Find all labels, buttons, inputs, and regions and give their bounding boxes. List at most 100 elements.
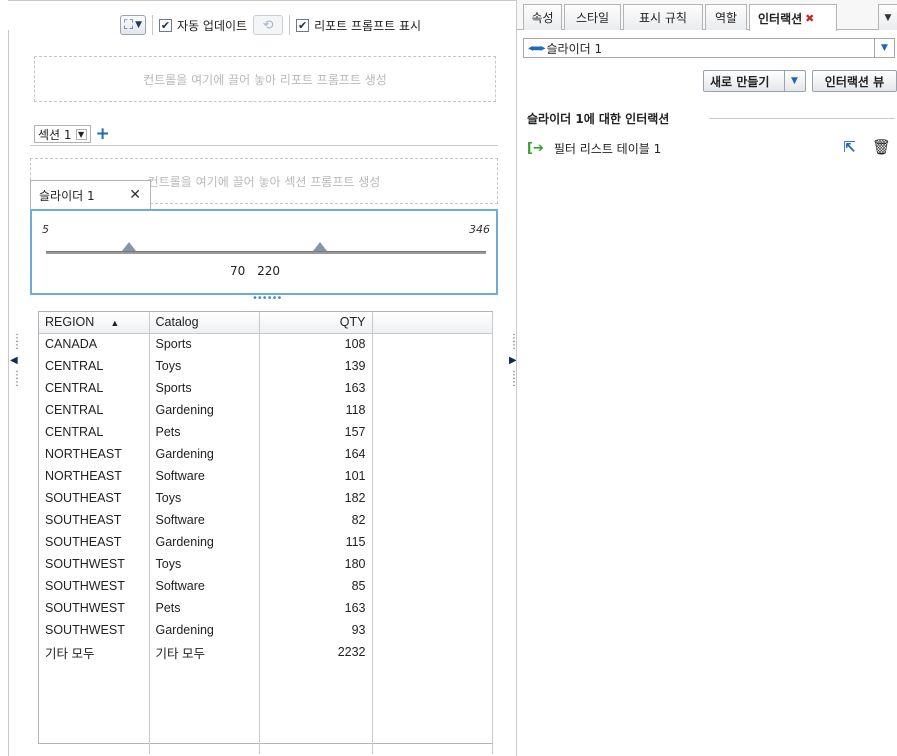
table-cell-catalog: Software <box>149 575 260 597</box>
table-cell-region: SOUTHWEST <box>39 553 150 575</box>
properties-panel: 속성 스타일 표시 규칙 역할 인터랙션 ✖ ▼ ◂▬▸ 슬라이더 1 ▼ 새로… <box>517 0 897 756</box>
tab-roles[interactable]: 역할 <box>705 4 747 30</box>
chevron-down-icon[interactable]: ▼ <box>784 71 804 91</box>
toolbar-separator <box>289 15 291 35</box>
column-header-catalog[interactable]: Catalog <box>149 312 260 334</box>
trash-icon[interactable]: 🗑 <box>872 138 891 156</box>
collapse-left-handle[interactable]: ⋮ ⋮ ◀ ⋮ ⋮ <box>10 334 22 388</box>
table-row[interactable]: CENTRAL Gardening 118 <box>39 399 493 421</box>
divider <box>709 118 895 119</box>
column-header-empty <box>372 312 493 334</box>
column-header-qty[interactable]: QTY <box>259 312 373 334</box>
slider-low-thumb[interactable] <box>122 242 136 251</box>
table-row[interactable]: NORTHEAST Software 101 <box>39 465 493 487</box>
table-row[interactable]: CENTRAL Sports 163 <box>39 377 493 399</box>
section-selector[interactable]: 섹션 1 ▼ <box>34 125 91 143</box>
divider <box>8 30 9 756</box>
table-cell-region: SOUTHWEST <box>39 619 150 641</box>
interaction-item[interactable]: [➔ 필터 리스트 테이블 1 ⇱ 🗑 <box>527 138 891 158</box>
table-cell-empty <box>372 355 493 377</box>
auto-update-checkbox[interactable]: ✔ <box>159 18 173 32</box>
table-cell-region: CANADA <box>39 333 150 355</box>
table-cell-empty <box>372 575 493 597</box>
list-table: REGION ▲ Catalog QTY CANADA Sports 108 CENTR… <box>38 311 493 754</box>
tab-display-rules[interactable]: 표시 규칙 <box>623 4 703 30</box>
panel-tab-bar: 속성 스타일 표시 규칙 역할 인터랙션 ✖ ▼ <box>517 0 897 31</box>
table-row[interactable]: SOUTHWEST Pets 163 <box>39 597 493 619</box>
table-row[interactable]: 기타 모두 기타 모두 2232 <box>39 641 493 663</box>
table-cell-catalog: Pets <box>149 421 260 443</box>
table-row[interactable]: CANADA Sports 108 <box>39 333 493 355</box>
close-icon[interactable]: ✕ <box>129 187 141 203</box>
report-prompt-dropzone[interactable]: 컨트롤을 여기에 끌어 놓아 리포트 프롬프트 생성 <box>34 56 496 102</box>
table-row[interactable]: SOUTHEAST Gardening 115 <box>39 531 493 553</box>
table-cell-region: SOUTHEAST <box>39 509 150 531</box>
tab-properties[interactable]: 속성 <box>523 4 562 30</box>
resize-grip-icon[interactable]: •••••• <box>252 294 282 304</box>
column-header-region[interactable]: REGION ▲ <box>39 312 150 334</box>
table-cell-empty <box>372 553 493 575</box>
table-cell-empty <box>372 421 493 443</box>
interaction-view-button[interactable]: 인터랙션 뷰 <box>812 70 897 92</box>
chevron-down-icon: ▼ <box>135 20 143 30</box>
slider-values: 70 220 <box>230 264 280 278</box>
chevron-down-icon: ▼ <box>874 39 894 57</box>
table-cell-empty <box>372 509 493 531</box>
toolbar-separator <box>152 15 154 35</box>
edit-icon[interactable]: ⇱ <box>843 138 856 156</box>
table-cell-region: SOUTHEAST <box>39 487 150 509</box>
table-cell-region: 기타 모두 <box>39 641 150 663</box>
show-prompts-checkbox[interactable]: ✔ <box>296 18 310 32</box>
table-cell-empty <box>372 597 493 619</box>
slider-min-label: 5 <box>42 223 49 236</box>
table-cell-catalog: Toys <box>149 553 260 575</box>
table-cell-qty: 108 <box>259 333 373 355</box>
tab-overflow-dropdown[interactable]: ▼ <box>878 4 897 30</box>
table-cell-qty: 163 <box>259 377 373 399</box>
tab-interactions-label: 인터랙션 <box>758 11 803 26</box>
section-tab: 섹션 1 ▼ + <box>34 124 110 144</box>
layout-button[interactable]: ⛶ ▼ <box>120 15 147 35</box>
table-cell-empty <box>372 619 493 641</box>
slider-track[interactable] <box>46 251 486 254</box>
interaction-item-label: 필터 리스트 테이블 1 <box>553 141 662 156</box>
range-slider: 5 346 70 220 <box>30 209 498 295</box>
table-row[interactable]: SOUTHWEST Toys 180 <box>39 553 493 575</box>
auto-update-label: 자동 업데이트 <box>177 18 248 33</box>
table-cell-qty: 82 <box>259 509 373 531</box>
table-row[interactable]: SOUTHEAST Software 82 <box>39 509 493 531</box>
layout-icon: ⛶ <box>124 17 134 33</box>
table-cell-qty: 163 <box>259 597 373 619</box>
slider-title: 슬라이더 1 <box>39 188 95 203</box>
table-row[interactable]: SOUTHWEST Gardening 93 <box>39 619 493 641</box>
table-cell-qty: 85 <box>259 575 373 597</box>
canvas-toolbar: ⛶ ▼ ✔ 자동 업데이트 ⟲ ✔ 리포트 프롬프트 표시 <box>120 14 421 36</box>
table-cell-catalog: Toys <box>149 487 260 509</box>
table-row[interactable]: CENTRAL Toys 139 <box>39 355 493 377</box>
refresh-button[interactable]: ⟲ <box>253 15 284 35</box>
control-selector[interactable]: ◂▬▸ 슬라이더 1 ▼ <box>523 38 895 58</box>
table-row[interactable]: SOUTHWEST Software 85 <box>39 575 493 597</box>
new-interaction-button[interactable]: 새로 만들기 ▼ <box>703 70 806 92</box>
tab-interactions[interactable]: 인터랙션 ✖ <box>749 4 837 31</box>
table-cell-region: CENTRAL <box>39 355 150 377</box>
table-cell-catalog: Gardening <box>149 399 260 421</box>
divider <box>30 145 498 146</box>
table-cell-qty: 180 <box>259 553 373 575</box>
table-cell-region: CENTRAL <box>39 421 150 443</box>
add-section-icon[interactable]: + <box>96 125 110 143</box>
table-cell-qty: 93 <box>259 619 373 641</box>
slider-control-icon: ◂▬▸ <box>528 42 545 54</box>
slider-title-tab[interactable]: 슬라이더 1 ✕ <box>30 180 151 209</box>
table-cell-empty <box>372 443 493 465</box>
slider-high-thumb[interactable] <box>313 242 327 251</box>
sort-ascending-icon: ▲ <box>110 318 120 329</box>
table-row[interactable]: SOUTHEAST Toys 182 <box>39 487 493 509</box>
filter-arrow-icon: [➔ <box>527 140 544 156</box>
close-icon[interactable]: ✖ <box>805 12 814 25</box>
table-row[interactable]: NORTHEAST Gardening 164 <box>39 443 493 465</box>
table-row[interactable]: CENTRAL Pets 157 <box>39 421 493 443</box>
table-cell-qty: 2232 <box>259 641 373 663</box>
tab-styles[interactable]: 스타일 <box>564 4 621 30</box>
table-cell-empty <box>372 531 493 553</box>
